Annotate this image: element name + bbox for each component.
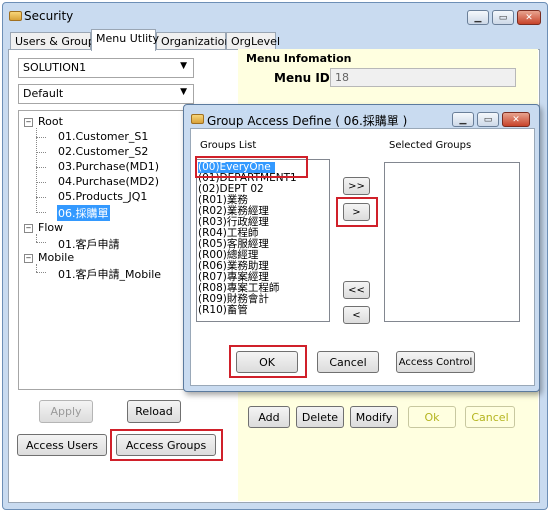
ok-button[interactable]: Ok (408, 406, 456, 428)
apply-button[interactable]: Apply (39, 400, 93, 423)
maximize-icon[interactable]: ▭ (492, 10, 514, 25)
default-select[interactable]: Default ▼ (18, 84, 194, 104)
remove-all-button[interactable]: << (343, 281, 370, 299)
close-icon[interactable]: ✕ (502, 112, 530, 127)
menu-id-field[interactable]: 18 (330, 68, 516, 87)
window-title: Security (24, 9, 74, 23)
remove-button[interactable]: < (343, 306, 370, 324)
selected-groups-label: Selected Groups (389, 140, 472, 151)
delete-button[interactable]: Delete (296, 406, 344, 428)
collapse-icon[interactable]: − (24, 224, 33, 233)
tree-node-item[interactable]: 03.Purchase(MD1) (58, 160, 159, 173)
list-item[interactable]: (R10)畜管 (198, 305, 248, 316)
tree-node-item[interactable]: 01.客戶申請 (58, 236, 120, 252)
tree-node-item[interactable]: 02.Customer_S2 (58, 145, 148, 158)
chevron-down-icon: ▼ (180, 61, 187, 71)
chevron-down-icon: ▼ (180, 87, 187, 97)
access-groups-button[interactable]: Access Groups (116, 434, 216, 456)
tab-menu-utility[interactable]: Menu Utlity (91, 29, 159, 51)
dialog-ok-button[interactable]: OK (236, 351, 298, 373)
tree-node-item[interactable]: 01.客戶申請_Mobile (58, 266, 161, 282)
collapse-icon[interactable]: − (24, 118, 33, 127)
highlight-box (195, 156, 308, 178)
collapse-icon[interactable]: − (24, 254, 33, 263)
maximize-icon[interactable]: ▭ (477, 112, 499, 127)
default-select-value: Default (23, 87, 64, 100)
reload-button[interactable]: Reload (127, 400, 181, 423)
app-icon (9, 11, 22, 21)
tree-node-item[interactable]: 05.Products_JQ1 (58, 190, 147, 203)
close-icon[interactable]: ✕ (517, 10, 541, 25)
tab-users-groups[interactable]: Users & Groups (10, 32, 101, 50)
selected-groups-list[interactable] (384, 162, 520, 322)
dialog-icon (191, 114, 204, 124)
add-all-button[interactable]: >> (343, 177, 370, 195)
add-button[interactable]: Add (248, 406, 290, 428)
solution-select[interactable]: SOLUTION1 ▼ (18, 58, 194, 78)
menu-info-title: Menu Infomation (246, 52, 352, 65)
solution-select-value: SOLUTION1 (23, 61, 87, 74)
tree-node-item[interactable]: 04.Purchase(MD2) (58, 175, 159, 188)
tab-orglevel[interactable]: OrgLevel (226, 32, 280, 50)
access-control-button[interactable]: Access Control (396, 351, 475, 373)
modify-button[interactable]: Modify (350, 406, 398, 428)
groups-list-items: (00)EveryOne (01)DEPARTMENT1 (02)DEPT 02… (196, 162, 330, 322)
tree-node-selected[interactable]: 06.採購單 (57, 205, 110, 221)
add-button[interactable]: > (343, 203, 370, 221)
tree-node-flow[interactable]: Flow (38, 221, 63, 234)
dialog-cancel-button[interactable]: Cancel (317, 351, 379, 373)
menu-id-label: Menu ID (274, 71, 330, 85)
tree-node-root[interactable]: Root (38, 115, 63, 128)
groups-list-label: Groups List (200, 140, 257, 151)
dialog-title: Group Access Define ( 06.採購單 ) (207, 114, 408, 128)
tree-node-mobile[interactable]: Mobile (38, 251, 74, 264)
access-users-button[interactable]: Access Users (17, 434, 107, 456)
minimize-icon[interactable]: ▁ (452, 112, 474, 127)
tab-organization[interactable]: Organization (156, 32, 231, 50)
tree-node-item[interactable]: 01.Customer_S1 (58, 130, 148, 143)
cancel-button[interactable]: Cancel (465, 406, 515, 428)
minimize-icon[interactable]: ▁ (467, 10, 489, 25)
